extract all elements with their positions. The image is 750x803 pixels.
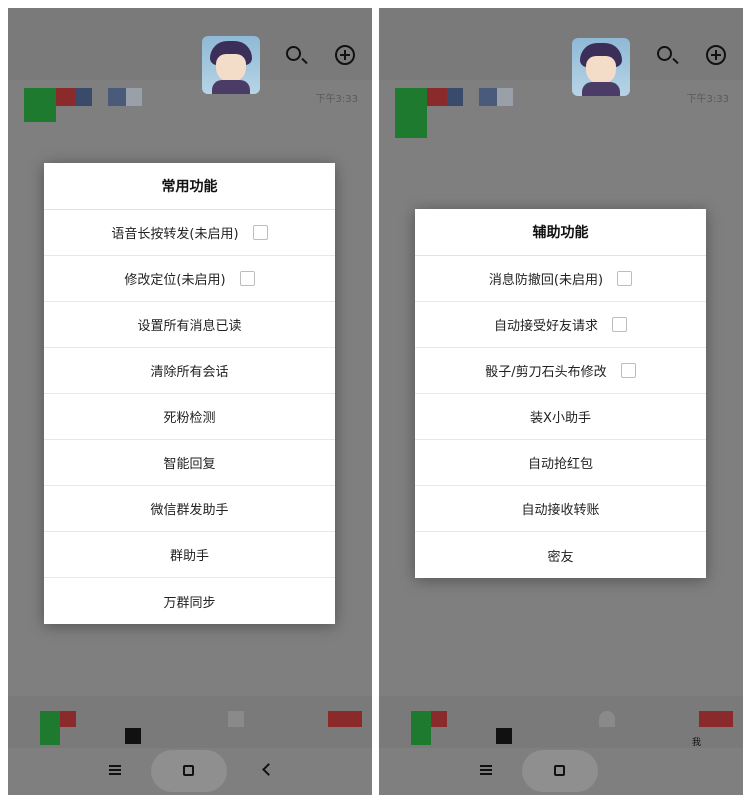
phone-screen-left: 下午3:33 常用功能 语音长按转发(未启用) 修改定位(未启用) 设置所有消息… xyxy=(8,8,372,795)
menu-item-label: 群助手 xyxy=(169,549,209,564)
checkbox[interactable] xyxy=(239,271,255,286)
menu-item-mass-send[interactable]: 微信群发助手 xyxy=(44,486,335,532)
menu-item-voice-forward[interactable]: 语音长按转发(未启用) xyxy=(44,210,335,256)
tab-icon[interactable] xyxy=(40,711,60,745)
chat-thumbnail[interactable] xyxy=(24,88,56,122)
menu-item-close-friends[interactable]: 密友 xyxy=(415,532,706,578)
menu-item-mark-all-read[interactable]: 设置所有消息已读 xyxy=(44,302,335,348)
tab-icon[interactable] xyxy=(496,728,512,744)
phone-screen-right: 下午3:33 辅助功能 消息防撤回(未启用) 自动接受好友请求 骰子/剪刀石头布… xyxy=(379,8,743,795)
menu-item-clear-conversations[interactable]: 清除所有会话 xyxy=(44,348,335,394)
menu-item-label: 设置所有消息已读 xyxy=(137,319,242,334)
search-button[interactable] xyxy=(284,44,308,68)
plus-circle-icon xyxy=(335,45,355,65)
menu-item-anti-recall[interactable]: 消息防撤回(未启用) xyxy=(415,256,706,302)
tab-icon[interactable] xyxy=(228,711,244,727)
home-icon xyxy=(554,765,565,776)
tab-icon[interactable] xyxy=(411,711,431,745)
menu-item-auto-red-packet[interactable]: 自动抢红包 xyxy=(415,440,706,486)
menu-item-dice-rps-modify[interactable]: 骰子/剪刀石头布修改 xyxy=(415,348,706,394)
chat-thumbnail[interactable] xyxy=(395,88,427,138)
tab-label-me: 我 xyxy=(692,738,702,748)
tab-icon[interactable] xyxy=(699,711,733,727)
dialog-title: 常用功能 xyxy=(44,163,335,210)
menu-item-label: 骰子/剪刀石头布修改 xyxy=(485,365,607,380)
menu-icon[interactable] xyxy=(109,765,121,775)
tab-icon[interactable] xyxy=(328,711,362,727)
home-button[interactable] xyxy=(522,750,598,792)
checkbox[interactable] xyxy=(617,271,633,286)
top-bar xyxy=(379,8,743,80)
chat-time: 下午3:33 xyxy=(686,94,729,105)
menu-item-modify-location[interactable]: 修改定位(未启用) xyxy=(44,256,335,302)
common-functions-dialog: 常用功能 语音长按转发(未启用) 修改定位(未启用) 设置所有消息已读 清除所有… xyxy=(44,163,335,624)
assist-functions-dialog: 辅助功能 消息防撤回(未启用) 自动接受好友请求 骰子/剪刀石头布修改 装X小助… xyxy=(415,209,706,578)
chat-time: 下午3:33 xyxy=(315,94,358,105)
dialog-title: 辅助功能 xyxy=(415,209,706,256)
menu-item-auto-accept-friends[interactable]: 自动接受好友请求 xyxy=(415,302,706,348)
menu-item-auto-receive-transfer[interactable]: 自动接收转账 xyxy=(415,486,706,532)
add-button[interactable] xyxy=(334,44,358,68)
search-button[interactable] xyxy=(655,44,679,68)
plus-circle-icon xyxy=(706,45,726,65)
menu-item-smart-reply[interactable]: 智能回复 xyxy=(44,440,335,486)
system-nav-bar xyxy=(379,748,743,795)
menu-item-label: 密友 xyxy=(547,549,574,565)
menu-item-group-sync[interactable]: 万群同步 xyxy=(44,578,335,624)
search-icon xyxy=(286,46,301,61)
menu-item-label: 万群同步 xyxy=(163,595,216,611)
back-icon[interactable] xyxy=(262,763,275,776)
menu-item-show-off-assistant[interactable]: 装X小助手 xyxy=(415,394,706,440)
checkbox[interactable] xyxy=(252,225,268,240)
menu-item-dead-fans-check[interactable]: 死粉检测 xyxy=(44,394,335,440)
menu-item-label: 自动抢红包 xyxy=(527,457,593,472)
menu-icon[interactable] xyxy=(480,765,492,775)
menu-item-label: 智能回复 xyxy=(163,457,216,472)
home-icon xyxy=(183,765,194,776)
top-bar xyxy=(8,8,372,80)
add-button[interactable] xyxy=(705,44,729,68)
menu-item-label: 微信群发助手 xyxy=(150,503,229,518)
menu-item-label: 消息防撤回(未启用) xyxy=(488,273,604,288)
search-icon xyxy=(657,46,672,61)
menu-item-label: 修改定位(未启用) xyxy=(124,273,226,288)
menu-item-label: 死粉检测 xyxy=(163,411,216,426)
profile-avatar[interactable] xyxy=(572,38,630,96)
menu-item-label: 清除所有会话 xyxy=(150,365,229,380)
profile-avatar[interactable] xyxy=(202,36,260,94)
home-button[interactable] xyxy=(151,750,227,792)
menu-item-label: 装X小助手 xyxy=(530,411,591,426)
checkbox[interactable] xyxy=(620,363,636,378)
menu-item-label: 自动接收转账 xyxy=(521,503,600,518)
checkbox[interactable] xyxy=(612,317,627,332)
tab-icon[interactable] xyxy=(125,728,141,744)
menu-item-label: 语音长按转发(未启用) xyxy=(111,227,239,242)
menu-item-group-assistant[interactable]: 群助手 xyxy=(44,532,335,578)
menu-item-label: 自动接受好友请求 xyxy=(493,319,598,334)
tab-icon[interactable] xyxy=(599,711,615,727)
system-nav-bar xyxy=(8,748,372,795)
